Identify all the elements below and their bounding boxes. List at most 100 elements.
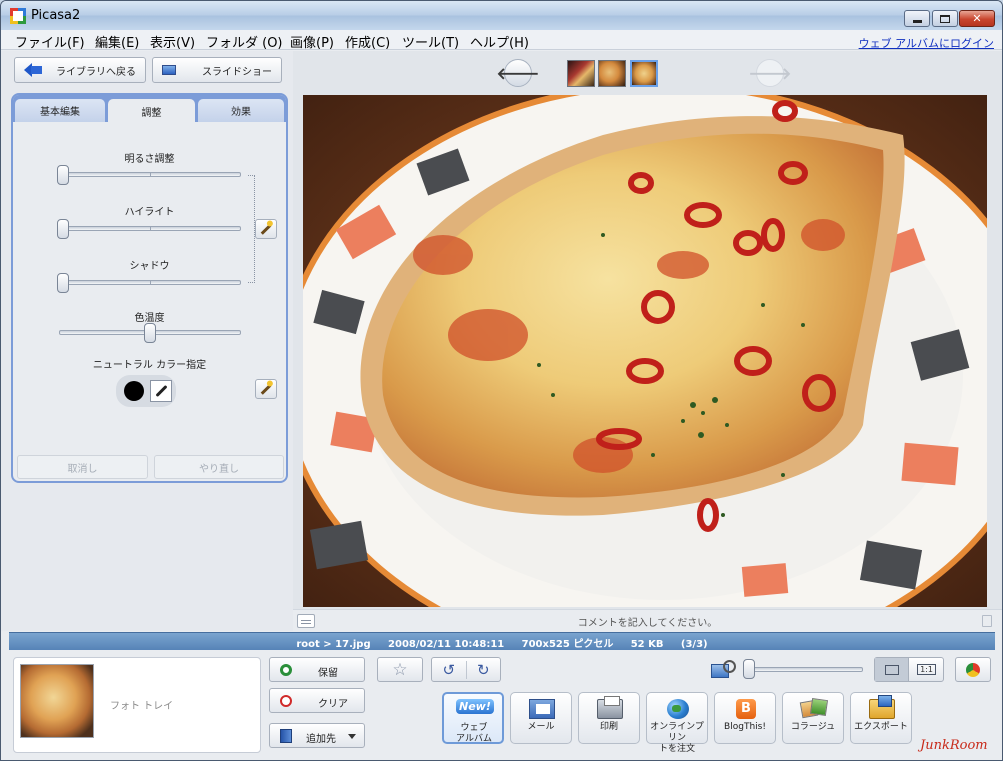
fit-icon xyxy=(884,664,899,675)
color-temperature-slider-thumb[interactable] xyxy=(144,323,156,343)
add-to-button[interactable]: 追加先 xyxy=(269,723,365,748)
album-icon xyxy=(280,729,292,743)
blogthis-button[interactable]: BlogThis! xyxy=(714,692,776,744)
main-photo[interactable] xyxy=(303,95,987,607)
menu-create[interactable]: 作成(C) xyxy=(345,32,390,51)
collage-label: コラージュ xyxy=(790,722,836,732)
filmstrip-thumb[interactable] xyxy=(567,60,595,87)
shadows-slider-track[interactable] xyxy=(59,280,241,285)
actual-size-button[interactable]: 1:1 xyxy=(910,658,943,681)
undo-button[interactable]: 取消し xyxy=(17,455,148,479)
brightness-label: 明るさ調整 xyxy=(124,154,175,165)
highlights-label: ハイライト xyxy=(124,207,175,218)
watermark-text: JunkRoom xyxy=(920,738,988,753)
close-button[interactable]: ✕ xyxy=(959,10,995,27)
magic-wand-icon xyxy=(260,383,272,395)
menu-tools[interactable]: ツール(T) xyxy=(402,32,459,51)
slideshow-button[interactable]: スライドショー xyxy=(152,57,282,83)
photo-tray-label: フォト トレイ xyxy=(110,701,174,712)
clear-label: クリア xyxy=(318,699,348,710)
collage-button[interactable]: コラージュ xyxy=(782,692,844,744)
next-photo-button[interactable]: 🡒 xyxy=(749,59,791,87)
zoom-icon xyxy=(711,660,736,678)
rotate-right-button[interactable]: ↻ xyxy=(467,661,501,679)
filmstrip-thumb-selected[interactable] xyxy=(630,60,658,87)
trash-icon[interactable] xyxy=(982,615,992,627)
back-to-library-label: ライブラリへ戻る xyxy=(56,66,136,78)
star-button[interactable]: ☆ xyxy=(377,657,423,682)
photo-info-bar: root > 17.jpg 2008/02/11 10:48:11 700x52… xyxy=(9,632,995,650)
print-label: 印刷 xyxy=(599,722,618,732)
menu-help[interactable]: ヘルプ(H) xyxy=(470,32,529,51)
menu-edit[interactable]: 編集(E) xyxy=(95,32,139,51)
print-button[interactable]: 印刷 xyxy=(578,692,640,744)
back-arrow-icon xyxy=(24,63,42,77)
order-prints-button[interactable]: オンラインプリン トを注文 xyxy=(646,692,708,754)
email-button[interactable]: メール xyxy=(510,692,572,744)
hold-label: 保留 xyxy=(318,668,338,679)
fit-to-window-button[interactable] xyxy=(875,658,909,681)
slider-tick xyxy=(150,227,151,231)
back-to-library-button[interactable]: ライブラリへ戻る xyxy=(14,57,146,83)
shadows-label: シャドウ xyxy=(129,261,170,272)
clear-icon xyxy=(280,695,292,707)
globe-icon xyxy=(667,699,689,719)
menu-image[interactable]: 画像(P) xyxy=(290,32,334,51)
export-label: エクスポート xyxy=(854,722,908,732)
slider-tick xyxy=(150,281,151,285)
collage-icon xyxy=(801,699,827,719)
filmstrip: 🡐 🡒 xyxy=(293,51,1002,94)
tray-thumbnail[interactable] xyxy=(20,664,94,738)
view-mode-toggle: 1:1 xyxy=(874,657,944,682)
comment-bar[interactable]: コメントを記入してください。 xyxy=(293,609,1002,631)
brightness-slider-thumb[interactable] xyxy=(57,165,69,185)
edit-panel: ライブラリへ戻る スライドショー 基本編集 調整 効果 明るさ調整 ハイライト xyxy=(1,51,293,631)
auto-color-button[interactable] xyxy=(255,379,277,399)
neutral-color-picker xyxy=(116,375,176,407)
auto-contrast-button[interactable] xyxy=(255,219,277,239)
hold-button[interactable]: 保留 xyxy=(269,657,365,682)
tab-tuning[interactable]: 調整 xyxy=(108,99,195,123)
slideshow-label: スライドショー xyxy=(202,66,272,78)
zoom-slider-track[interactable] xyxy=(743,667,863,672)
clear-button[interactable]: クリア xyxy=(269,688,365,713)
magic-wand-icon xyxy=(260,223,272,235)
mail-icon xyxy=(529,699,555,719)
actual-size-label: 1:1 xyxy=(917,664,936,675)
maximize-button[interactable] xyxy=(932,10,958,27)
shadows-slider-thumb[interactable] xyxy=(57,273,69,293)
eyedropper-button[interactable] xyxy=(150,380,172,402)
web-album-button[interactable]: New! ウェブ アルバム xyxy=(442,692,504,744)
filmstrip-thumb[interactable] xyxy=(598,60,626,87)
previous-photo-button[interactable]: 🡐 xyxy=(497,59,539,87)
menu-file[interactable]: ファイル(F) xyxy=(15,32,85,51)
neutral-color-label: ニュートラル カラー指定 xyxy=(92,360,207,371)
menu-view[interactable]: 表示(V) xyxy=(150,32,195,51)
highlights-slider-thumb[interactable] xyxy=(57,219,69,239)
zoom-slider-thumb[interactable] xyxy=(743,659,755,679)
star-icon: ☆ xyxy=(392,659,408,680)
minimize-button[interactable] xyxy=(904,10,930,27)
highlights-slider-track[interactable] xyxy=(59,226,241,231)
chevron-down-icon xyxy=(348,734,356,739)
edit-tabs-box: 基本編集 調整 効果 明るさ調整 ハイライト シャドウ 色温度 ニュートラル カ… xyxy=(11,93,288,483)
web-album-login-link[interactable]: ウェブ アルバムにログイン xyxy=(859,35,994,51)
photo-tray: フォト トレイ xyxy=(13,657,261,753)
brightness-slider-track[interactable] xyxy=(59,172,241,177)
rotate-group: ↺ ↻ xyxy=(431,657,501,682)
export-button[interactable]: エクスポート xyxy=(850,692,912,744)
menu-bar: ファイル(F) 編集(E) 表示(V) フォルダ (O) 画像(P) 作成(C)… xyxy=(1,30,1002,51)
tab-effects[interactable]: 効果 xyxy=(198,99,284,122)
title-bar[interactable]: Picasa2 ✕ xyxy=(1,1,1002,30)
blogger-icon xyxy=(736,699,756,719)
redo-button[interactable]: やり直し xyxy=(154,455,284,479)
picasa-window: Picasa2 ✕ ファイル(F) 編集(E) 表示(V) フォルダ (O) 画… xyxy=(0,0,1003,761)
maximize-icon xyxy=(940,14,950,23)
color-options-button[interactable] xyxy=(955,657,991,682)
tab-basic-fixes[interactable]: 基本編集 xyxy=(15,99,105,122)
rotate-left-button[interactable]: ↺ xyxy=(432,660,467,679)
arrow-right-icon: 🡒 xyxy=(748,64,792,83)
comment-placeholder[interactable]: コメントを記入してください。 xyxy=(293,614,1002,629)
menu-folder[interactable]: フォルダ (O) xyxy=(206,32,283,51)
close-icon: ✕ xyxy=(972,12,982,25)
